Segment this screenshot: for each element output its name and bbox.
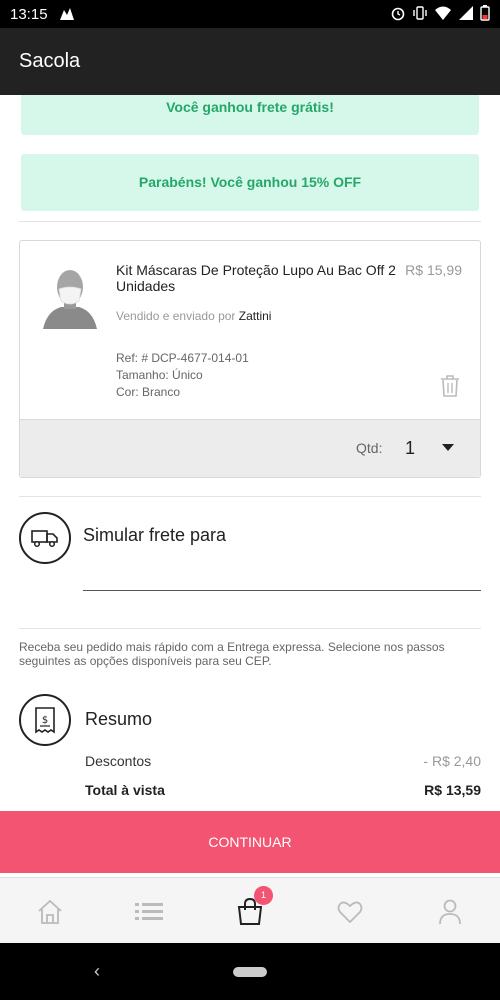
cart-item-card: Kit Máscaras De Proteção Lupo Au Bac Off… — [19, 240, 481, 478]
chevron-down-icon[interactable] — [442, 444, 454, 451]
sold-by-label: Vendido e enviado por — [116, 309, 236, 323]
bottom-nav — [0, 877, 500, 943]
truck-icon — [19, 512, 71, 564]
status-icons — [390, 5, 490, 26]
cart-count-badge: 1 — [254, 886, 273, 905]
product-name[interactable]: Kit Máscaras De Proteção Lupo Au Bac Off… — [116, 262, 396, 294]
list-icon[interactable] — [134, 898, 164, 926]
user-icon[interactable] — [435, 898, 465, 926]
app-bar: Sacola — [0, 28, 500, 95]
signal-icon — [458, 5, 474, 26]
express-delivery-note: Receba seu pedido mais rápido com a Entr… — [19, 640, 445, 668]
cep-input[interactable] — [83, 560, 481, 591]
divider — [19, 496, 481, 497]
battery-icon — [480, 5, 490, 26]
free-shipping-banner: Você ganhou frete grátis! — [21, 95, 479, 135]
system-nav-bar: ‹ — [0, 943, 500, 1000]
total-value: R$ 13,59 — [424, 782, 481, 798]
quantity-bar: Qtd: 1 — [20, 419, 480, 477]
seller-name: Zattini — [238, 309, 272, 323]
product-color: Cor: Branco — [116, 385, 181, 399]
product-ref: Ref: # DCP-4677-014-01 — [116, 351, 249, 365]
total-label: Total à vista — [85, 782, 165, 798]
back-icon[interactable]: ‹ — [94, 961, 100, 982]
product-size: Tamanho: Único — [116, 368, 203, 382]
divider — [19, 221, 481, 222]
shipping-title: Simular frete para — [83, 525, 227, 545]
heart-icon[interactable] — [335, 898, 365, 926]
status-time: 13:15 — [10, 6, 48, 23]
continue-button[interactable]: CONTINUAR — [0, 811, 500, 873]
trash-icon[interactable] — [440, 374, 460, 403]
discount-label: Descontos — [85, 753, 152, 769]
discount-banner: Parabéns! Você ganhou 15% OFF — [21, 154, 479, 211]
sold-by-text: Vendido e enviado por Zattini — [116, 309, 271, 323]
alarm-icon — [390, 5, 406, 26]
product-image[interactable] — [35, 259, 105, 329]
product-price: R$ 15,99 — [405, 262, 462, 278]
summary-title: Resumo — [85, 709, 153, 729]
notification-icon — [58, 6, 76, 27]
wifi-icon — [434, 5, 452, 26]
home-icon[interactable] — [35, 898, 65, 926]
discount-value: - R$ 2,40 — [423, 753, 481, 769]
page-title: Sacola — [19, 50, 81, 72]
quantity-value[interactable]: 1 — [405, 438, 415, 459]
status-bar: 13:15 — [0, 0, 500, 28]
home-pill[interactable] — [233, 967, 267, 977]
vibrate-icon — [412, 5, 428, 26]
quantity-label: Qtd: — [356, 440, 383, 456]
svg-text:$: $ — [42, 715, 48, 726]
divider — [19, 628, 481, 629]
receipt-icon: $ — [19, 694, 71, 746]
